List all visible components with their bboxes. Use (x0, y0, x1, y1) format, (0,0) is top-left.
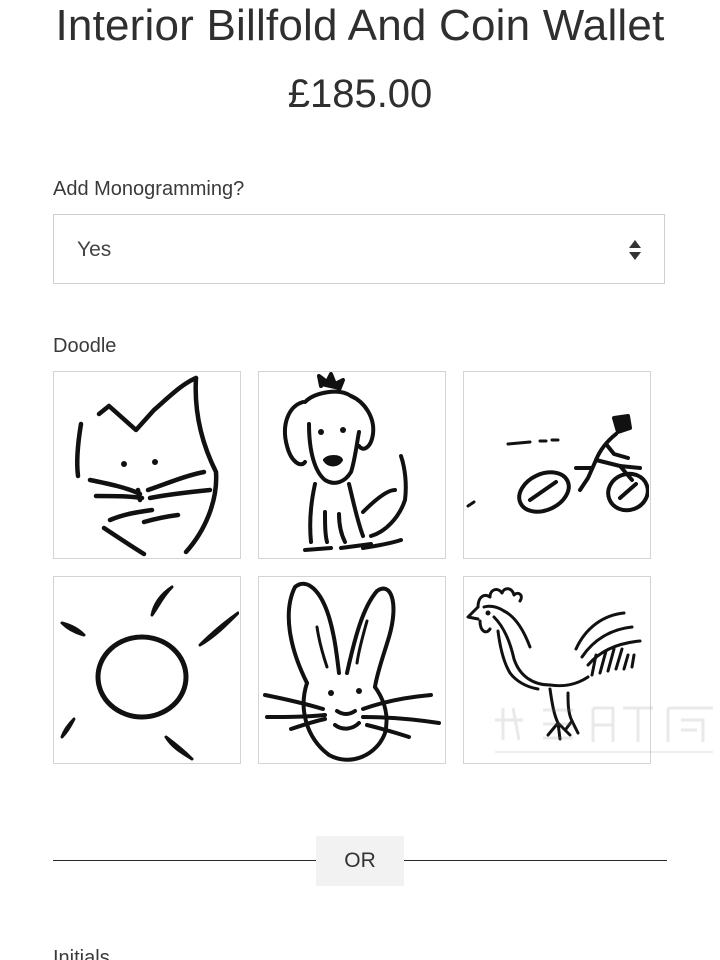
watermark-logo (495, 706, 713, 753)
cat-doodle-icon (74, 375, 219, 557)
select-arrows-icon (629, 240, 641, 260)
rabbit-doodle-icon (263, 581, 441, 762)
sun-doodle-icon (60, 585, 239, 761)
product-price: £185.00 (287, 72, 433, 116)
divider-line-right (404, 860, 667, 861)
doodle-option-cyclist[interactable] (463, 371, 651, 559)
doodle-option-rabbit[interactable] (258, 576, 446, 764)
divider-line-left (53, 860, 316, 861)
doodle-label: Doodle (53, 335, 117, 357)
monogramming-label: Add Monogramming? (53, 178, 245, 200)
doodle-option-cat[interactable] (53, 371, 241, 559)
monogramming-select[interactable]: Yes (53, 214, 665, 284)
product-page: Interior Billfold And Coin Wallet £185.0… (0, 0, 720, 960)
monogramming-select-value: Yes (77, 238, 112, 261)
or-divider-label: OR (316, 836, 404, 886)
dog-doodle-icon (283, 372, 408, 552)
doodle-option-dog[interactable] (258, 371, 446, 559)
product-title: Interior Billfold And Coin Wallet (55, 1, 665, 50)
cyclist-doodle-icon (466, 414, 649, 514)
initials-label: Initials (53, 947, 110, 960)
doodle-option-sun[interactable] (53, 576, 241, 764)
